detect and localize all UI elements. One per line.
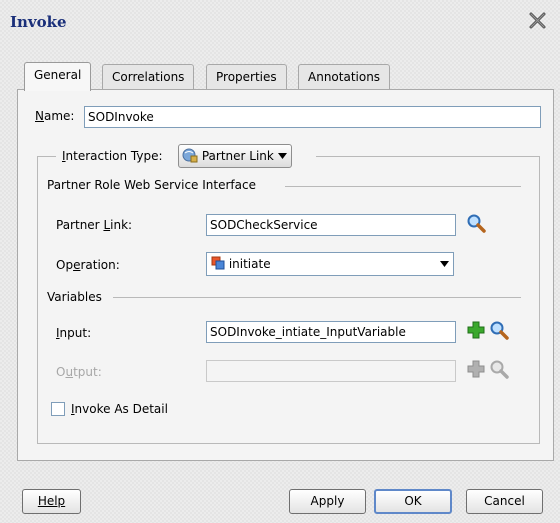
input-add-button[interactable] bbox=[466, 320, 486, 340]
search-icon bbox=[467, 214, 486, 233]
search-icon bbox=[490, 360, 509, 379]
name-field[interactable]: SODInvoke bbox=[84, 106, 541, 128]
section-divider bbox=[113, 297, 521, 298]
variables-section-title: Variables bbox=[47, 290, 102, 304]
output-search-button[interactable] bbox=[489, 359, 509, 379]
input-variable-field[interactable]: SODInvoke_intiate_InputVariable bbox=[206, 321, 456, 343]
chevron-down-icon bbox=[440, 261, 449, 267]
chevron-down-icon bbox=[277, 153, 287, 159]
input-label: Input: bbox=[56, 326, 92, 340]
interaction-type-group bbox=[37, 156, 540, 444]
operation-select[interactable]: initiate bbox=[206, 252, 454, 276]
partner-link-field[interactable]: SODCheckService bbox=[206, 214, 456, 236]
search-icon bbox=[490, 321, 509, 340]
output-label: Output: bbox=[56, 365, 102, 379]
partner-link-label: Partner Link: bbox=[56, 218, 133, 232]
interaction-type-label: Interaction Type: bbox=[62, 149, 163, 163]
name-label: Name: bbox=[35, 109, 75, 123]
interaction-type-dropdown[interactable]: Partner Link bbox=[178, 144, 292, 168]
invoke-as-detail-checkbox[interactable] bbox=[51, 402, 65, 416]
operation-icon bbox=[211, 256, 225, 270]
partner-link-icon bbox=[182, 148, 198, 163]
output-variable-field[interactable] bbox=[206, 360, 456, 382]
section-divider bbox=[285, 186, 521, 187]
interaction-type-value: Partner Link bbox=[201, 149, 274, 163]
invoke-as-detail-label: Invoke As Detail bbox=[71, 402, 168, 416]
operation-value: initiate bbox=[228, 257, 271, 271]
partner-role-section-title: Partner Role Web Service Interface bbox=[47, 178, 256, 192]
input-search-button[interactable] bbox=[489, 320, 509, 340]
add-icon bbox=[467, 321, 485, 339]
operation-label: Operation: bbox=[56, 258, 120, 272]
partner-link-search-button[interactable] bbox=[466, 213, 486, 233]
add-icon bbox=[467, 360, 485, 378]
output-add-button[interactable] bbox=[466, 359, 486, 379]
